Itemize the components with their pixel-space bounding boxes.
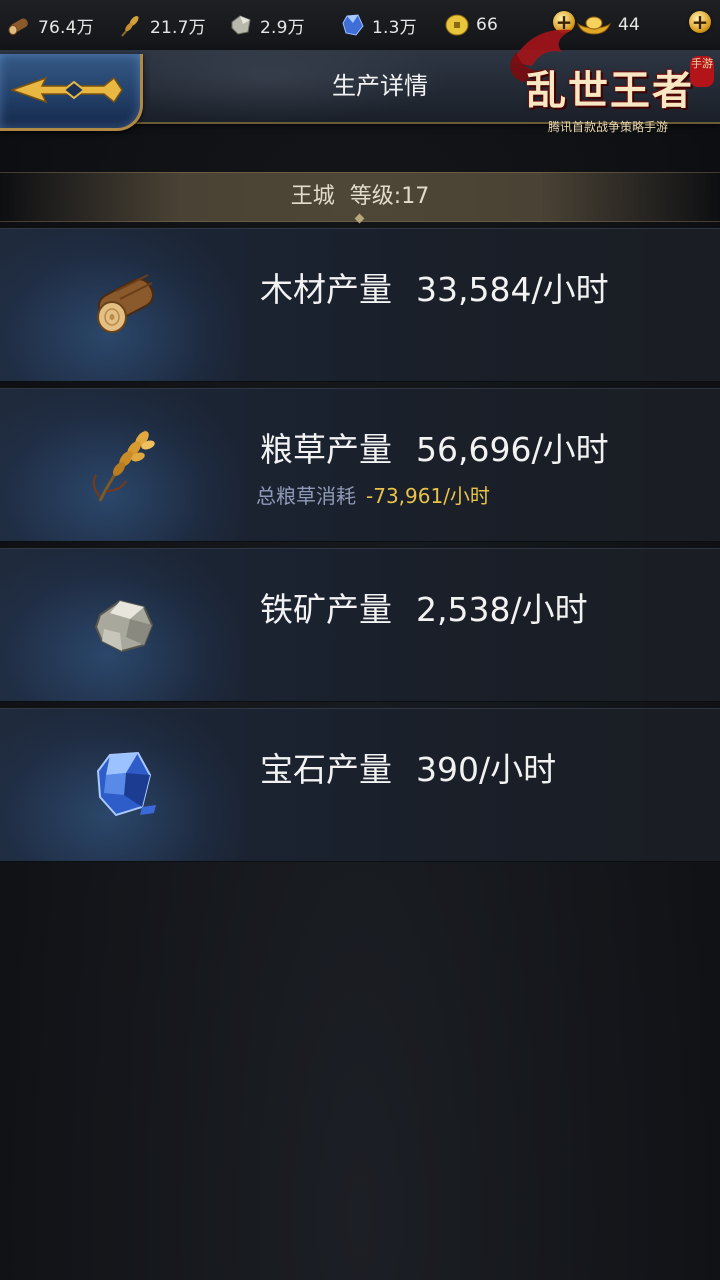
resource-grain[interactable]: 21.7万 bbox=[118, 9, 206, 41]
production-label: 粮草产量 bbox=[260, 430, 392, 469]
logo-title: 乱世王者 bbox=[526, 67, 694, 114]
wheat-icon bbox=[118, 12, 144, 38]
production-label: 宝石产量 bbox=[260, 750, 392, 789]
resource-wood-value: 76.4万 bbox=[38, 17, 94, 38]
game-logo: 乱世王者 手游 腾讯首款战争策略手游 bbox=[492, 22, 720, 140]
production-rate: 2,538/小时 bbox=[416, 590, 588, 629]
resource-grain-value: 21.7万 bbox=[150, 17, 206, 38]
logo-badge: 手游 bbox=[690, 56, 714, 87]
consumption-label: 总粮草消耗 bbox=[256, 484, 356, 508]
resource-gem[interactable]: 1.3万 bbox=[340, 9, 417, 41]
production-rate: 33,584/小时 bbox=[416, 270, 609, 309]
production-row-gem: 宝石产量 390/小时 bbox=[0, 708, 720, 862]
city-level: 等级:17 bbox=[349, 184, 430, 209]
logo-subtitle: 腾讯首款战争策略手游 bbox=[547, 120, 668, 134]
iron-ore-icon bbox=[94, 599, 154, 653]
production-label: 木材产量 bbox=[260, 270, 392, 309]
production-label: 铁矿产量 bbox=[260, 590, 392, 629]
resource-wood[interactable]: 76.4万 bbox=[6, 9, 94, 41]
coin-icon bbox=[444, 12, 470, 38]
resource-iron[interactable]: 2.9万 bbox=[228, 9, 305, 41]
grain-consumption: 总粮草消耗 -73,961/小时 bbox=[256, 480, 490, 509]
iron-ore-icon bbox=[228, 12, 254, 38]
page-title: 生产详情 bbox=[332, 72, 428, 100]
wood-log-icon bbox=[6, 12, 32, 38]
wood-log-icon bbox=[97, 274, 154, 333]
back-button[interactable] bbox=[0, 54, 143, 131]
production-row-iron: 铁矿产量 2,538/小时 bbox=[0, 548, 720, 702]
production-rate: 390/小时 bbox=[416, 750, 557, 789]
gem-icon bbox=[340, 12, 366, 38]
resource-iron-value: 2.9万 bbox=[260, 17, 305, 38]
city-name: 王城 bbox=[290, 184, 335, 209]
resource-gem-value: 1.3万 bbox=[372, 17, 417, 38]
production-rate: 56,696/小时 bbox=[416, 430, 609, 469]
consumption-value: -73,961/小时 bbox=[366, 484, 490, 508]
gem-icon bbox=[96, 751, 156, 817]
back-arrow-icon bbox=[9, 76, 123, 104]
production-row-wood: 木材产量 33,584/小时 bbox=[0, 228, 720, 382]
wheat-icon bbox=[92, 430, 155, 502]
resource-copper[interactable]: 66 bbox=[444, 9, 498, 41]
production-row-grain: 粮草产量 56,696/小时 总粮草消耗 -73,961/小时 bbox=[0, 388, 720, 542]
